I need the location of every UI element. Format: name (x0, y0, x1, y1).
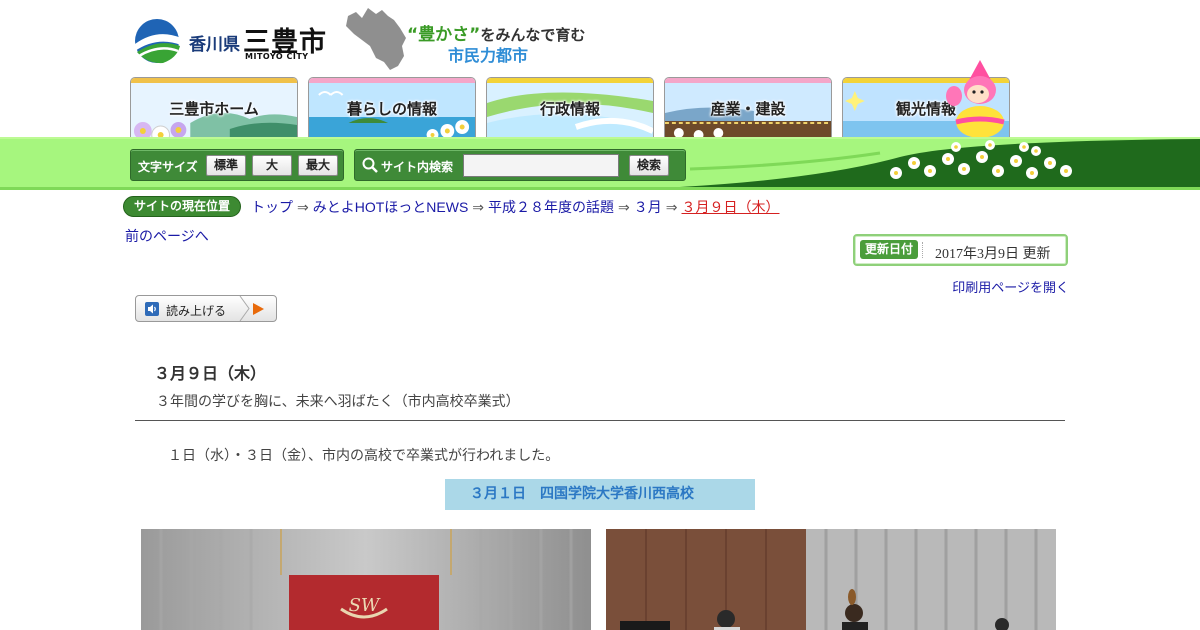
breadcrumb-fy28[interactable]: 平成２８年度の話題 (488, 199, 614, 215)
site-search: サイト内検索 検索 (354, 149, 686, 181)
graduation-photo-1: SW (141, 529, 591, 630)
tagline-line2: 市民力都市 (448, 46, 529, 65)
chevron-divider-icon (239, 296, 250, 321)
search-input[interactable] (463, 154, 619, 177)
nav-tab-label: 産業・建設 (710, 100, 786, 118)
font-size-largest-button[interactable]: 最大 (298, 155, 338, 176)
font-size-normal-button[interactable]: 標準 (206, 155, 246, 176)
breadcrumb-separator: ⇒ (297, 199, 309, 215)
breadcrumb-current: ３月９日（木） (681, 199, 780, 215)
breadcrumb-separator: ⇒ (472, 199, 485, 215)
last-updated-box: 更新日付 2017年3月9日 更新 (853, 234, 1068, 266)
font-size-label: 文字サイズ (138, 160, 198, 174)
search-label: サイト内検索 (381, 160, 454, 174)
page-title: ３月９日（木） (154, 364, 267, 383)
updated-date: 2017年3月9日 更新 (935, 247, 1051, 262)
nav-tab-home[interactable]: 三豊市ホーム (130, 77, 298, 139)
nav-tab-admin[interactable]: 行政情報 (486, 77, 654, 139)
search-button[interactable]: 検索 (629, 155, 669, 176)
daisy-flowers-decoration (890, 140, 1072, 179)
read-aloud-label: 読み上げる (166, 304, 227, 318)
graduation-photo-2 (606, 529, 1056, 630)
breadcrumb-badge: サイトの現在位置 (123, 196, 241, 217)
breadcrumb-separator: ⇒ (618, 199, 630, 215)
breadcrumb-separator: ⇒ (665, 199, 678, 215)
print-page-link[interactable]: 印刷用ページを開く (952, 277, 1069, 296)
city-logo-icon (135, 19, 181, 64)
read-aloud-button[interactable]: 読み上げる (135, 295, 277, 322)
breadcrumb: トップ ⇒ みとよHOTほっとNEWS ⇒ 平成２８年度の話題 ⇒ ３月 ⇒ ３月９日（木） (251, 197, 780, 217)
page-subtitle: ３年間の学びを胸に、未来へ羽ばたく（市内高校卒業式） (156, 394, 520, 410)
breadcrumb-march[interactable]: ３月 (634, 199, 662, 215)
nav-tab-label: 三豊市ホーム (169, 100, 259, 118)
utility-bar: 文字サイズ 標準 大 最大 サイト内検索 検索 (0, 137, 1200, 190)
speaker-icon (145, 302, 159, 316)
font-size-control: 文字サイズ 標準 大 最大 (130, 149, 344, 181)
photo-ceremony-stage-icon (606, 529, 1056, 630)
photo-ceremony-banner-icon: SW (141, 529, 591, 630)
divider (922, 242, 923, 258)
section-heading: ３月１日 四国学院大学香川西高校 (445, 479, 755, 510)
article-body: １日（水）・３日（金）、市内の高校で卒業式が行われました。 (168, 448, 560, 464)
logo-prefecture: 香川県 (189, 35, 240, 55)
nav-tab-label: 暮らしの情報 (346, 100, 437, 118)
updated-badge: 更新日付 (860, 240, 918, 259)
nav-tab-living[interactable]: 暮らしの情報 (308, 77, 476, 139)
nav-tab-label: 行政情報 (539, 100, 600, 118)
site-logo[interactable]: 香川県 三豊市 MITOYO CITY (133, 16, 333, 64)
logo-city-en: MITOYO CITY (245, 52, 309, 61)
divider (135, 420, 1065, 421)
city-tagline: “豊かさ”をみんなで育む 市民力都市 (344, 6, 585, 72)
search-icon (362, 157, 378, 173)
nav-tab-industry[interactable]: 産業・建設 (664, 77, 832, 139)
play-icon (253, 303, 264, 315)
back-link[interactable]: 前のページへ (125, 226, 209, 246)
mascot-character-icon (946, 60, 1005, 138)
breadcrumb-news[interactable]: みとよHOTほっとNEWS (313, 199, 469, 215)
breadcrumb-top[interactable]: トップ (251, 199, 293, 215)
font-size-large-button[interactable]: 大 (252, 155, 292, 176)
svg-text:SW: SW (349, 595, 381, 616)
mitoyo-map-icon (346, 8, 406, 70)
